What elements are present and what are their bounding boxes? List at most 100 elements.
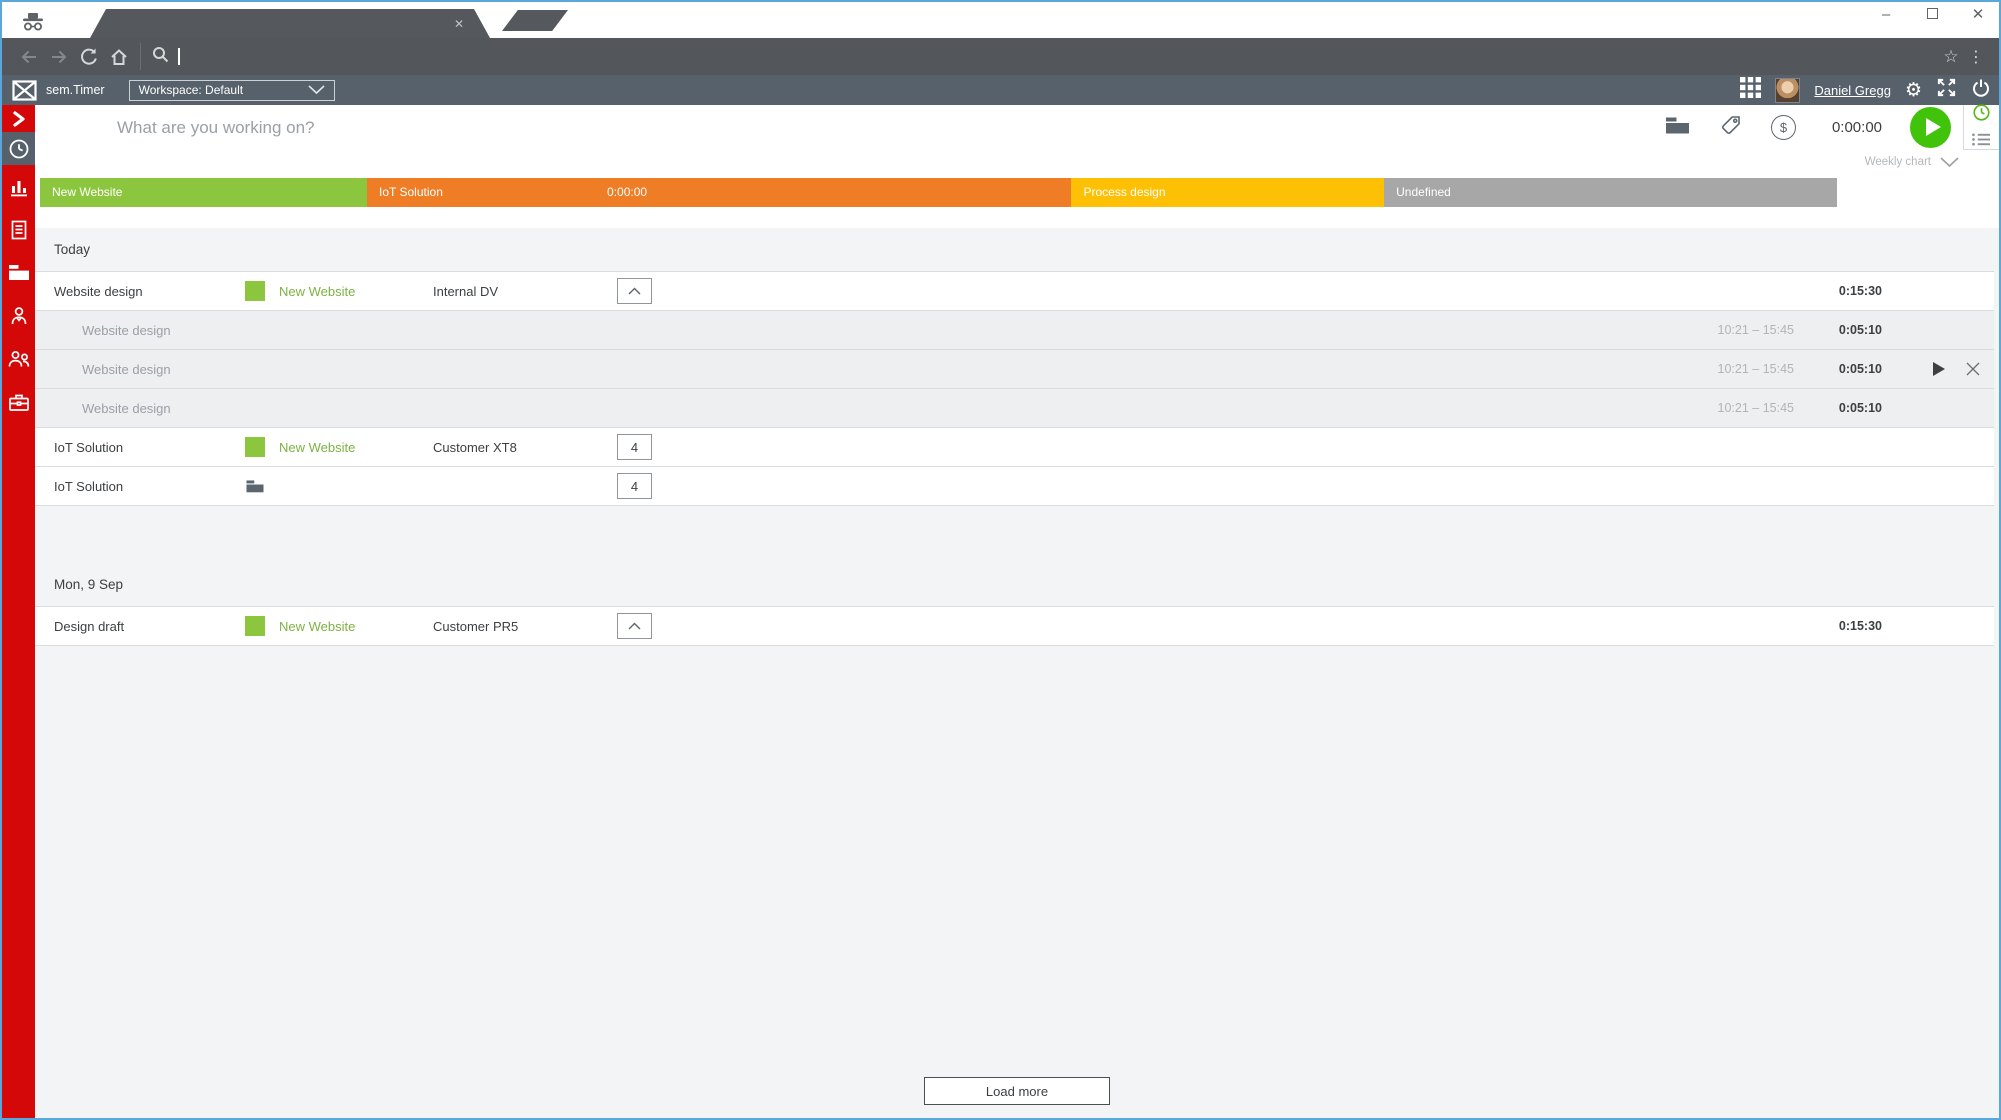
- time-entry-row[interactable]: IoT Solution New Website Customer XT8 4: [35, 427, 1994, 466]
- incognito-icon: [20, 13, 46, 37]
- entry-time-range: 10:21 – 15:45: [1718, 401, 1794, 415]
- group-title: Mon, 9 Sep: [35, 563, 1999, 606]
- bar-segment[interactable]: New Website: [40, 178, 367, 207]
- entry-client: Internal DV: [433, 284, 617, 299]
- bar-segment[interactable]: IoT Solution0:00:00: [367, 178, 1071, 207]
- time-entry-row[interactable]: Design draft New Website Customer PR5 0:…: [35, 606, 1994, 645]
- entry-duration: 0:15:30: [1820, 619, 1882, 633]
- time-entry-subrow[interactable]: Website design 10:21 – 15:45 0:05:10: [35, 388, 1994, 427]
- entry-client: Customer XT8: [433, 440, 617, 455]
- timer-mode-icon[interactable]: [1971, 102, 1992, 128]
- sidebar-item-timesheet[interactable]: [2, 208, 35, 251]
- entry-name[interactable]: IoT Solution: [35, 479, 245, 494]
- timer-bar: $ 0:00:00: [35, 105, 1999, 150]
- sidebar-expand-button[interactable]: [2, 105, 35, 132]
- browser-toolbar: ☆ ⋮: [2, 38, 1999, 75]
- entry-name[interactable]: Website design: [35, 284, 245, 299]
- entry-count-badge[interactable]: 4: [617, 473, 652, 499]
- start-timer-button[interactable]: [1910, 107, 1951, 148]
- billable-dollar-icon[interactable]: $: [1771, 115, 1796, 140]
- fullscreen-icon[interactable]: [1936, 77, 1957, 103]
- address-bar[interactable]: [140, 43, 1923, 70]
- project-folder-icon[interactable]: [1664, 114, 1691, 141]
- window-controls: – ✕: [1877, 5, 1987, 23]
- apps-grid-icon[interactable]: [1740, 77, 1761, 103]
- reload-icon[interactable]: [74, 47, 104, 67]
- chevron-right-icon: [12, 110, 26, 128]
- collapse-group-button[interactable]: [617, 613, 652, 639]
- entry-name[interactable]: IoT Solution: [35, 440, 245, 455]
- home-icon[interactable]: [104, 47, 134, 67]
- browser-tab[interactable]: ✕: [90, 9, 490, 38]
- sidebar-item-clients[interactable]: [2, 294, 35, 337]
- workspace-select[interactable]: Workspace: Default: [129, 80, 335, 101]
- entry-project[interactable]: New Website: [279, 284, 433, 299]
- briefcase-icon: [7, 391, 31, 413]
- browser-menu-icon[interactable]: ⋮: [1965, 47, 1987, 67]
- bar-chart-icon: [8, 176, 30, 198]
- time-entry-row[interactable]: Website design New Website Internal DV 0…: [35, 271, 1994, 310]
- entry-client: Customer PR5: [433, 619, 617, 634]
- entry-name[interactable]: Website design: [35, 362, 245, 377]
- person-icon: [7, 304, 31, 328]
- app-title: sem.Timer: [46, 83, 105, 97]
- task-description-input[interactable]: [117, 118, 1664, 138]
- delete-entry-icon[interactable]: [1965, 361, 1981, 377]
- weekly-chart-toggle[interactable]: Weekly chart: [35, 150, 1999, 174]
- left-sidebar: [2, 105, 35, 1118]
- tag-icon[interactable]: [1719, 113, 1743, 142]
- workspace-select-value: Workspace: Default: [139, 83, 244, 97]
- no-project-folder-icon: [245, 477, 265, 495]
- entry-name[interactable]: Design draft: [35, 619, 245, 634]
- weekly-chart-label: Weekly chart: [1865, 156, 1931, 168]
- user-avatar[interactable]: [1775, 78, 1800, 103]
- new-tab-button[interactable]: [502, 10, 568, 31]
- entry-project[interactable]: New Website: [279, 440, 433, 455]
- app-logo-icon: [12, 80, 37, 101]
- bar-segment[interactable]: Process design: [1071, 178, 1384, 207]
- sidebar-item-team[interactable]: [2, 337, 35, 380]
- back-icon[interactable]: [14, 47, 44, 67]
- entry-duration: 0:15:30: [1820, 284, 1882, 298]
- settings-gear-icon[interactable]: ⚙: [1905, 81, 1922, 100]
- time-entry-subrow[interactable]: Website design 10:21 – 15:45 0:05:10: [35, 349, 1994, 388]
- chevron-up-icon: [628, 622, 641, 630]
- project-color-swatch: [245, 616, 265, 636]
- entry-duration: 0:05:10: [1820, 362, 1882, 376]
- segment-value: 0:00:00: [607, 178, 647, 207]
- user-name-link[interactable]: Daniel Gregg: [1814, 83, 1891, 98]
- entry-count-badge[interactable]: 4: [617, 434, 652, 460]
- sidebar-item-timer[interactable]: [2, 132, 35, 165]
- tab-close-icon[interactable]: ✕: [454, 17, 464, 31]
- play-icon: [1926, 118, 1941, 136]
- bar-segment[interactable]: Undefined: [1384, 178, 1837, 207]
- chevron-down-icon: [1940, 157, 1959, 168]
- sidebar-item-workspaces[interactable]: [2, 380, 35, 423]
- entry-duration: 0:05:10: [1820, 323, 1882, 337]
- time-entry-row[interactable]: IoT Solution 4: [35, 466, 1994, 505]
- app-header: sem.Timer Workspace: Default Daniel Greg…: [2, 75, 1999, 105]
- search-icon: [151, 45, 169, 68]
- folder-icon: [7, 263, 31, 282]
- time-entry-subrow[interactable]: Website design 10:21 – 15:45 0:05:10: [35, 310, 1994, 349]
- collapse-group-button[interactable]: [617, 278, 652, 304]
- close-button[interactable]: ✕: [1969, 5, 1987, 23]
- project-color-swatch: [245, 437, 265, 457]
- browser-window: ✕ – ✕ ☆ ⋮: [0, 0, 2001, 1120]
- bookmark-star-icon[interactable]: ☆: [1937, 47, 1965, 67]
- group-title: Today: [35, 228, 1999, 271]
- timer-clock-icon: [7, 137, 31, 161]
- continue-entry-play-icon[interactable]: [1932, 361, 1946, 377]
- sidebar-item-projects[interactable]: [2, 251, 35, 294]
- project-color-swatch: [245, 281, 265, 301]
- maximize-button[interactable]: [1923, 6, 1941, 23]
- entry-name[interactable]: Website design: [35, 323, 245, 338]
- power-icon[interactable]: [1971, 78, 1991, 103]
- entry-project[interactable]: New Website: [279, 619, 433, 634]
- chevron-down-icon: [308, 85, 325, 95]
- load-more-button[interactable]: Load more: [924, 1077, 1110, 1105]
- forward-icon[interactable]: [44, 47, 74, 67]
- sidebar-item-reports[interactable]: [2, 165, 35, 208]
- entry-name[interactable]: Website design: [35, 401, 245, 416]
- minimize-button[interactable]: –: [1877, 6, 1895, 23]
